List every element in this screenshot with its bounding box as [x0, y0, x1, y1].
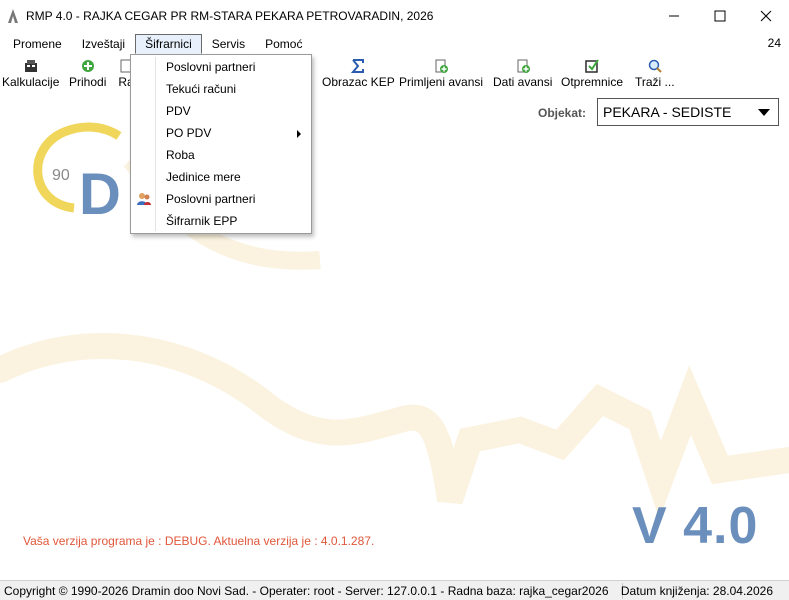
- calculator-icon: [24, 60, 37, 72]
- close-button[interactable]: [743, 0, 789, 32]
- tool-obrazac-kep[interactable]: Obrazac KEP: [322, 58, 395, 89]
- dramin-logo: 90 D: [33, 122, 122, 218]
- dd-label: Poslovni partneri: [166, 192, 256, 206]
- document-add-icon: [517, 59, 530, 73]
- app-icon: [8, 9, 18, 23]
- maximize-icon: [714, 10, 726, 22]
- objekat-select[interactable]: PEKARA - SEDISTE: [597, 98, 779, 126]
- tool-dati-avansi[interactable]: Dati avansi: [493, 58, 552, 89]
- dd-po-pdv[interactable]: PO PDV: [131, 122, 311, 144]
- sigma-icon: [351, 59, 365, 73]
- dd-label: Tekući računi: [166, 82, 237, 96]
- menu-right-number: 24: [767, 36, 781, 50]
- add-green-icon: [81, 60, 94, 72]
- tool-prihodi[interactable]: Prihodi: [69, 58, 106, 89]
- search-icon: [648, 59, 662, 73]
- chevron-right-icon: [297, 130, 301, 138]
- menu-pomoc[interactable]: Pomoć: [255, 34, 312, 54]
- dd-poslovni-partneri-2[interactable]: Poslovni partneri: [131, 188, 311, 210]
- menu-promene[interactable]: Promene: [0, 34, 72, 54]
- dd-roba[interactable]: Roba: [131, 144, 311, 166]
- dd-label: PO PDV: [166, 126, 212, 140]
- status-left: Copyright © 1990-2026 Dramin doo Novi Sa…: [4, 583, 609, 598]
- window-title: RMP 4.0 - RAJKA CEGAR PR RM-STARA PEKARA…: [26, 9, 434, 23]
- dd-label: Roba: [166, 148, 195, 162]
- dd-label: Šifrarnik EPP: [166, 214, 238, 228]
- dd-label: Jedinice mere: [166, 170, 241, 184]
- tool-trazi[interactable]: Traži ...: [635, 58, 675, 89]
- toolbar: Kalkulacije Prihodi Ra Obrazac KEP Priml…: [0, 56, 789, 94]
- objekat-label: Objekat:: [538, 106, 587, 120]
- tool-kalkulacije[interactable]: Kalkulacije: [2, 58, 59, 89]
- tool-label: Traži ...: [635, 75, 675, 89]
- status-right: Datum knjiženja: 28.04.2026: [620, 584, 773, 598]
- dd-sifrarnik-epp[interactable]: Šifrarnik EPP: [131, 210, 311, 232]
- dd-label: Poslovni partneri: [166, 60, 256, 74]
- tool-otpremnice[interactable]: Otpremnice: [561, 58, 623, 89]
- tool-label: Dati avansi: [493, 75, 553, 89]
- version-message: Vaša verzija programa je : DEBUG. Aktuel…: [23, 534, 375, 548]
- title-bar: RMP 4.0 - RAJKA CEGAR PR RM-STARA PEKARA…: [0, 0, 789, 32]
- tool-label: Prihodi: [69, 75, 107, 89]
- checkbox-edit-icon: [585, 59, 599, 73]
- tool-label: Primljeni avansi: [399, 75, 484, 89]
- svg-text:90: 90: [52, 167, 70, 184]
- users-icon: [137, 193, 151, 205]
- status-bar: Copyright © 1990-2026 Dramin doo Novi Sa…: [0, 580, 789, 600]
- minimize-icon: [669, 15, 679, 17]
- dd-pdv[interactable]: PDV: [131, 100, 311, 122]
- tool-label: Kalkulacije: [2, 75, 60, 89]
- svg-text:D: D: [79, 162, 121, 218]
- document-add-icon: [435, 59, 449, 73]
- minimize-button[interactable]: [651, 0, 697, 32]
- tool-label: Otpremnice: [561, 75, 624, 89]
- tool-primljeni-avansi[interactable]: Primljeni avansi: [399, 58, 483, 89]
- maximize-button[interactable]: [697, 0, 743, 32]
- dd-label: PDV: [166, 104, 191, 118]
- tool-label: Obrazac KEP: [322, 75, 395, 89]
- version-big: V 4.0: [632, 497, 759, 555]
- menu-servis[interactable]: Servis: [202, 34, 255, 54]
- dd-poslovni-partneri[interactable]: Poslovni partneri: [131, 56, 311, 78]
- dd-tekuci-racuni[interactable]: Tekući računi: [131, 78, 311, 100]
- menu-izvestaji[interactable]: Izveštaji: [72, 34, 135, 54]
- chevron-down-icon: [758, 109, 770, 116]
- window-controls: [651, 0, 789, 32]
- objekat-value: PEKARA - SEDISTE: [603, 104, 732, 120]
- menu-bar: Promene Izveštaji Šifrarnici Servis Pomo…: [0, 33, 789, 55]
- close-icon: [760, 10, 772, 22]
- menu-sifrarnici[interactable]: Šifrarnici: [135, 34, 202, 54]
- dd-jedinice-mere[interactable]: Jedinice mere: [131, 166, 311, 188]
- sifrarnici-dropdown: Poslovni partneri Tekući računi PDV PO P…: [130, 54, 312, 234]
